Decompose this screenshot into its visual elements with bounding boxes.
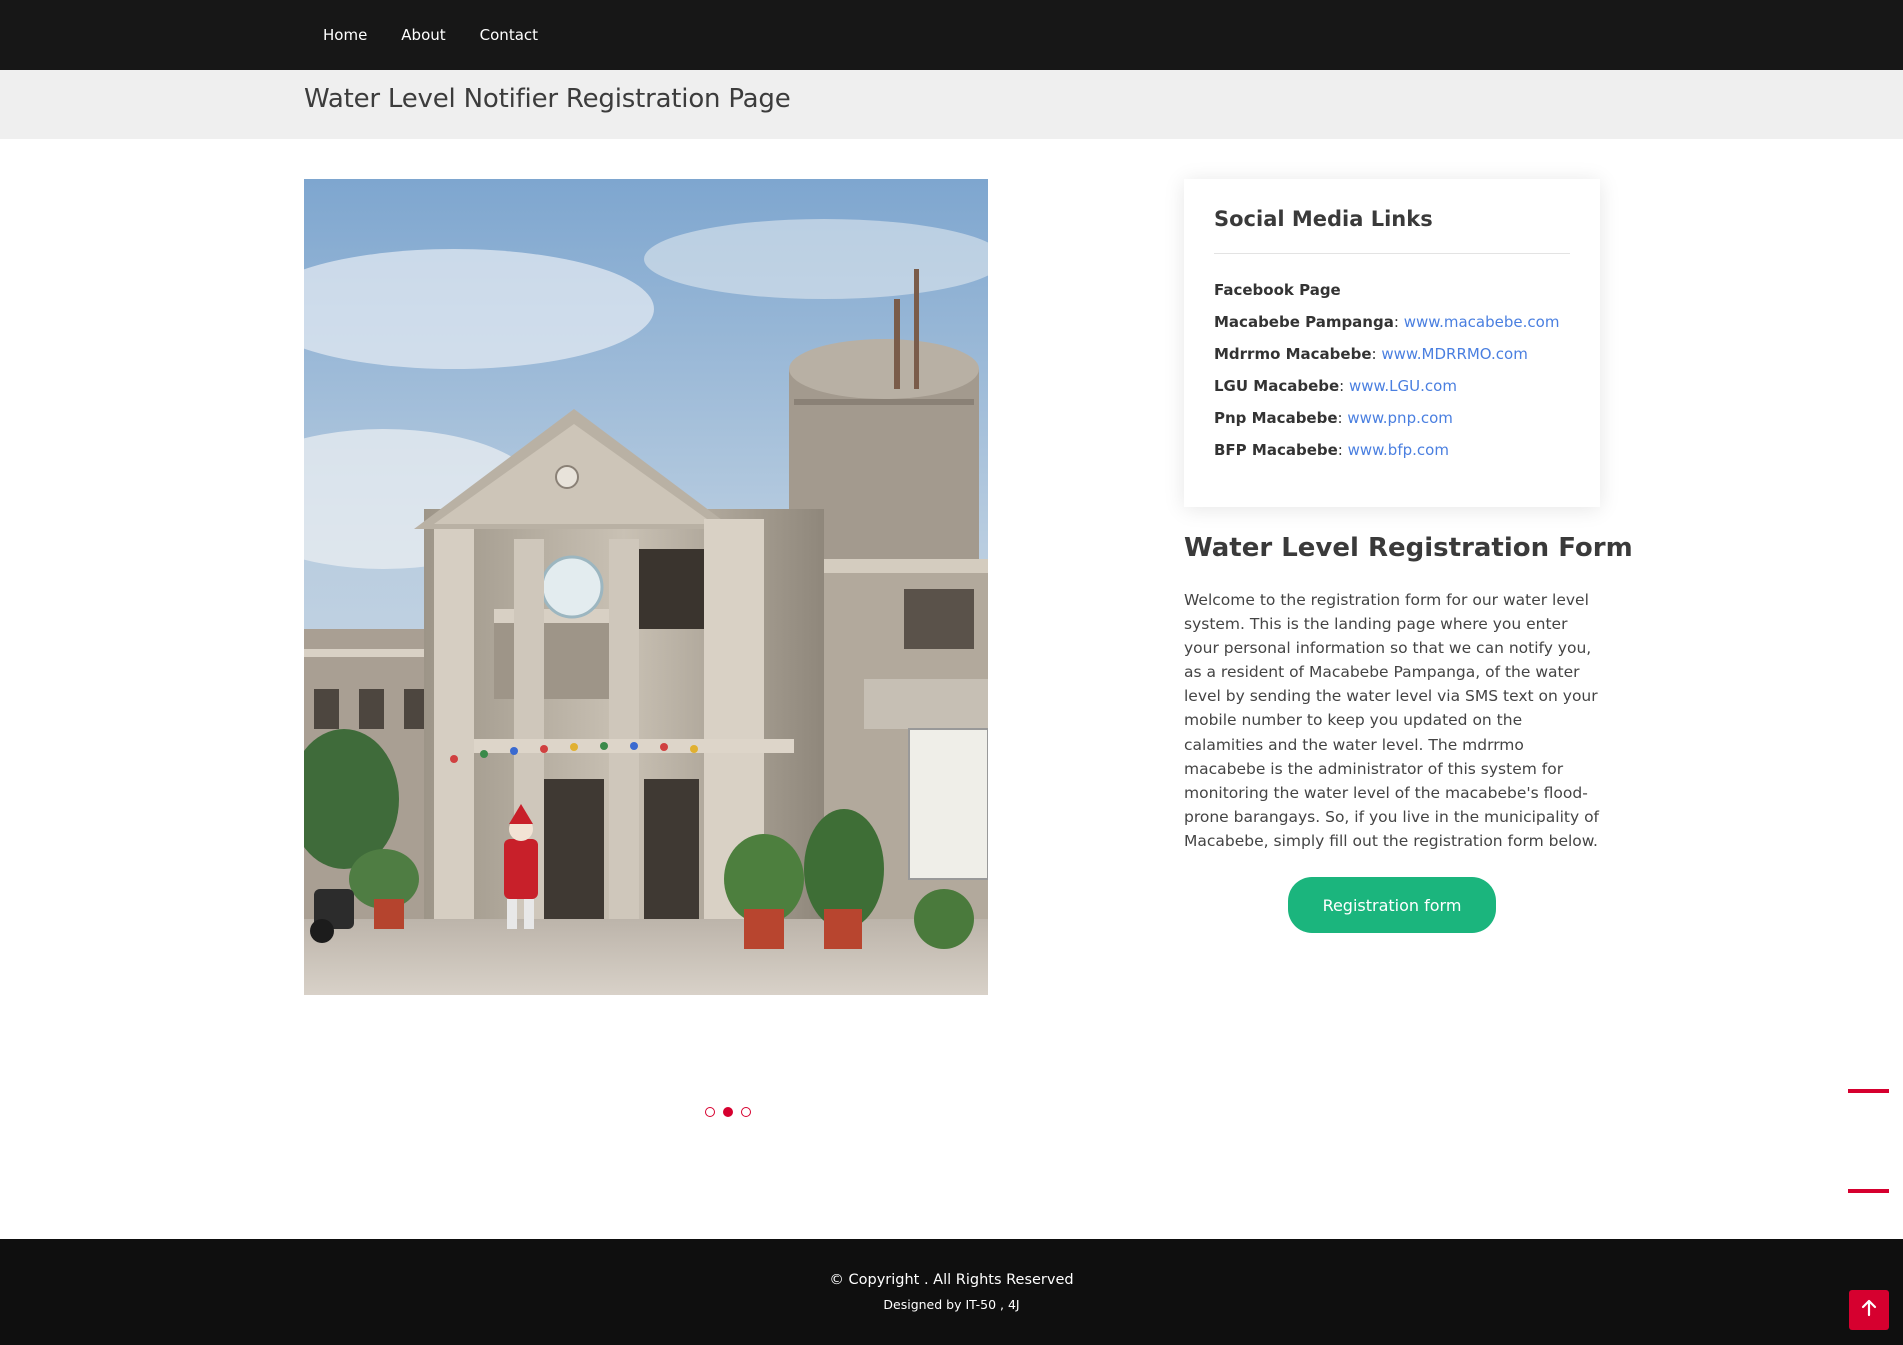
social-link-row: Mdrrmo Macabebe: www.MDRRMO.com	[1214, 345, 1528, 363]
footer: © Copyright . All Rights Reserved Design…	[0, 1239, 1903, 1345]
social-link-lgu[interactable]: www.LGU.com	[1349, 377, 1457, 395]
social-link-macabebe[interactable]: www.macabebe.com	[1404, 313, 1560, 331]
registration-form-title: Water Level Registration Form	[1184, 533, 1633, 563]
footer-copyright: © Copyright . All Rights Reserved	[829, 1272, 1074, 1288]
registration-description: Welcome to the registration form for our…	[1184, 591, 1600, 850]
social-link-row: Macabebe Pampanga: www.macabebe.com	[1214, 313, 1560, 331]
carousel-dot-1[interactable]	[705, 1107, 715, 1117]
facebook-page-label: Facebook Page	[1214, 281, 1341, 299]
social-link-row: Pnp Macabebe: www.pnp.com	[1214, 409, 1453, 427]
side-marker-top	[1848, 1089, 1889, 1093]
carousel-dot-2-active[interactable]	[723, 1107, 733, 1117]
carousel-slide-image[interactable]	[304, 179, 988, 995]
social-link-row: LGU Macabebe: www.LGU.com	[1214, 377, 1457, 395]
social-link-mdrrmo[interactable]: www.MDRRMO.com	[1381, 345, 1527, 363]
page-title: Water Level Notifier Registration Page	[304, 84, 791, 114]
nav-contact[interactable]: Contact	[463, 26, 555, 44]
social-divider	[1214, 253, 1570, 254]
social-link-pnp[interactable]: www.pnp.com	[1347, 409, 1453, 427]
footer-designed-by: Designed by IT-50 , 4J	[883, 1297, 1020, 1312]
registration-form-button[interactable]: Registration form	[1288, 877, 1496, 933]
main-nav: Home About Contact	[306, 0, 555, 70]
side-marker-bottom	[1848, 1189, 1889, 1193]
nav-home[interactable]: Home	[306, 26, 384, 44]
social-title: Social Media Links	[1214, 207, 1433, 231]
arrow-up-icon	[1861, 1299, 1877, 1321]
social-link-bfp[interactable]: www.bfp.com	[1348, 441, 1449, 459]
social-media-card: Social Media Links Facebook Page Macabeb…	[1184, 179, 1600, 507]
page-title-bar: Water Level Notifier Registration Page	[0, 70, 1903, 139]
social-link-row: BFP Macabebe: www.bfp.com	[1214, 441, 1449, 459]
back-to-top-button[interactable]	[1849, 1290, 1889, 1330]
nav-about[interactable]: About	[384, 26, 462, 44]
top-navbar: Home About Contact	[0, 0, 1903, 70]
carousel-dot-3[interactable]	[741, 1107, 751, 1117]
carousel-indicators	[705, 1107, 751, 1117]
municipal-hall-photo	[304, 179, 988, 995]
